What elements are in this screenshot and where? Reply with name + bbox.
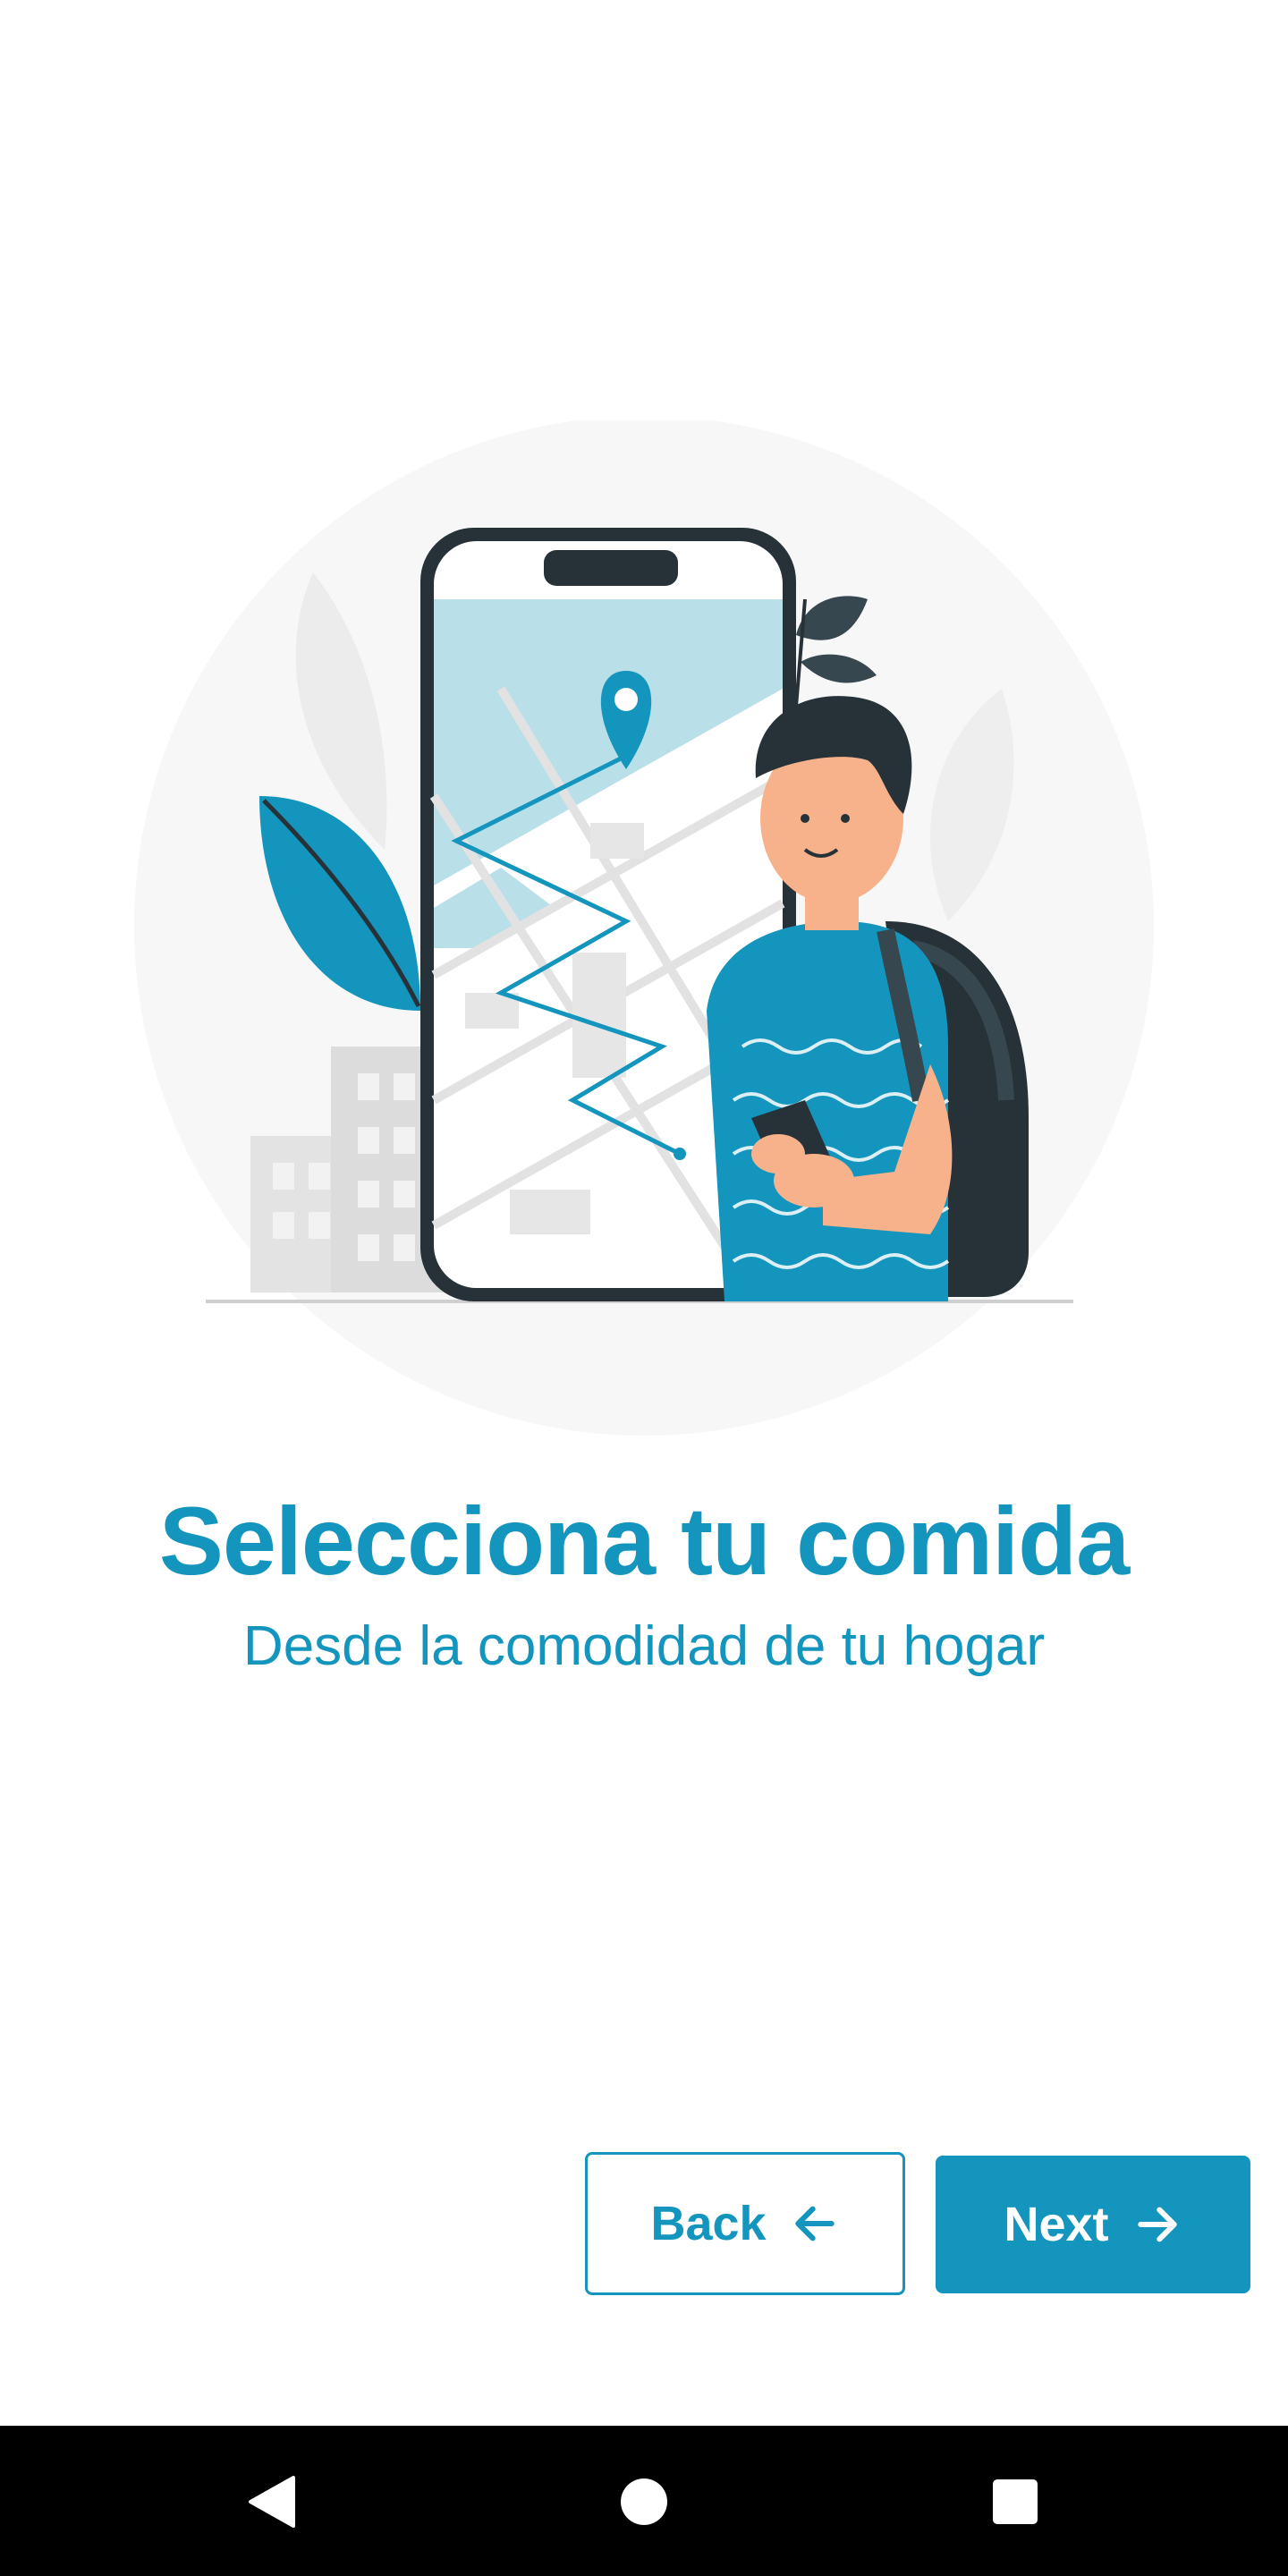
- onboarding-screen: Selecciona tu comida Desde la comodidad …: [0, 0, 1288, 2426]
- onboarding-title: Selecciona tu comida: [158, 1487, 1130, 1595]
- back-button-label: Back: [650, 2197, 767, 2250]
- nav-recents-square-icon[interactable]: [984, 2470, 1046, 2533]
- nav-back-triangle-icon[interactable]: [240, 2470, 302, 2533]
- back-button[interactable]: Back: [585, 2152, 905, 2295]
- next-button-label: Next: [1004, 2198, 1109, 2251]
- onboarding-subtitle: Desde la comodidad de tu hogar: [242, 1615, 1046, 1677]
- person-with-phone-map-illustration: [125, 420, 1163, 1440]
- arrow-left-icon: [794, 2206, 835, 2241]
- nav-home-circle-icon[interactable]: [613, 2470, 675, 2533]
- next-button[interactable]: Next: [936, 2156, 1250, 2293]
- system-navigation-bar: [0, 2426, 1288, 2576]
- arrow-right-icon: [1137, 2207, 1177, 2242]
